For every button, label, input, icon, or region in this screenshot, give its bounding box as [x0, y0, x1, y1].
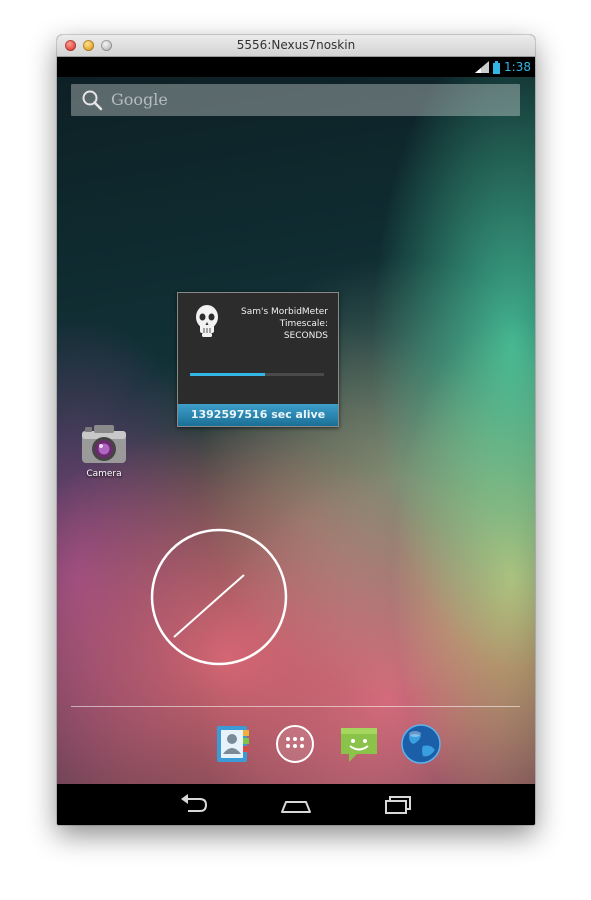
emulator-window: 5556:Nexus7noskin 1:38 Google Sam's Morb… — [57, 35, 535, 825]
widget-title: Sam's MorbidMeter — [241, 307, 328, 317]
camera-label: Camera — [86, 469, 122, 479]
home-icon[interactable] — [278, 792, 314, 816]
widget-timescale-label: Timescale: — [279, 319, 328, 329]
widget-progress-bar — [190, 373, 324, 376]
signal-icon — [475, 61, 490, 73]
widget-text: Sam's MorbidMeter Timescale: SECONDS — [228, 306, 328, 342]
camera-icon — [82, 425, 126, 463]
android-home-screen: 1:38 Google Sam's MorbidMeter Timescale:… — [57, 57, 535, 825]
google-search-bar[interactable]: Google — [71, 84, 520, 116]
browser-icon[interactable] — [399, 722, 443, 766]
search-icon — [82, 90, 103, 111]
messaging-icon[interactable] — [337, 722, 381, 766]
widget-footer-text: 1392597516 sec alive — [190, 408, 326, 421]
dock-divider — [71, 706, 520, 707]
page: 5556:Nexus7noskin 1:38 Google Sam's Morb… — [0, 0, 591, 900]
widget-footer: 1392597516 sec alive — [178, 404, 338, 426]
window-title: 5556:Nexus7noskin — [236, 38, 356, 52]
battery-icon — [493, 60, 501, 74]
morbidmeter-widget[interactable]: Sam's MorbidMeter Timescale: SECONDS 139… — [177, 292, 339, 427]
back-icon[interactable] — [176, 792, 212, 816]
dock — [57, 722, 535, 772]
contacts-icon[interactable] — [211, 722, 255, 766]
window-titlebar[interactable]: 5556:Nexus7noskin — [57, 35, 535, 57]
analog-clock-widget[interactable] — [149, 527, 289, 667]
widget-timescale-value: SECONDS — [283, 331, 328, 341]
status-icons: 1:38 — [475, 59, 531, 75]
skull-icon — [196, 305, 218, 337]
status-bar[interactable]: 1:38 — [57, 57, 535, 77]
camera-shortcut[interactable]: Camera — [69, 419, 139, 479]
navigation-bar — [57, 784, 535, 825]
widget-progress-fill — [190, 373, 266, 376]
status-time: 1:38 — [504, 60, 531, 74]
recents-icon[interactable] — [380, 792, 416, 816]
all-apps-icon[interactable] — [273, 722, 317, 766]
search-placeholder: Google — [111, 90, 168, 109]
